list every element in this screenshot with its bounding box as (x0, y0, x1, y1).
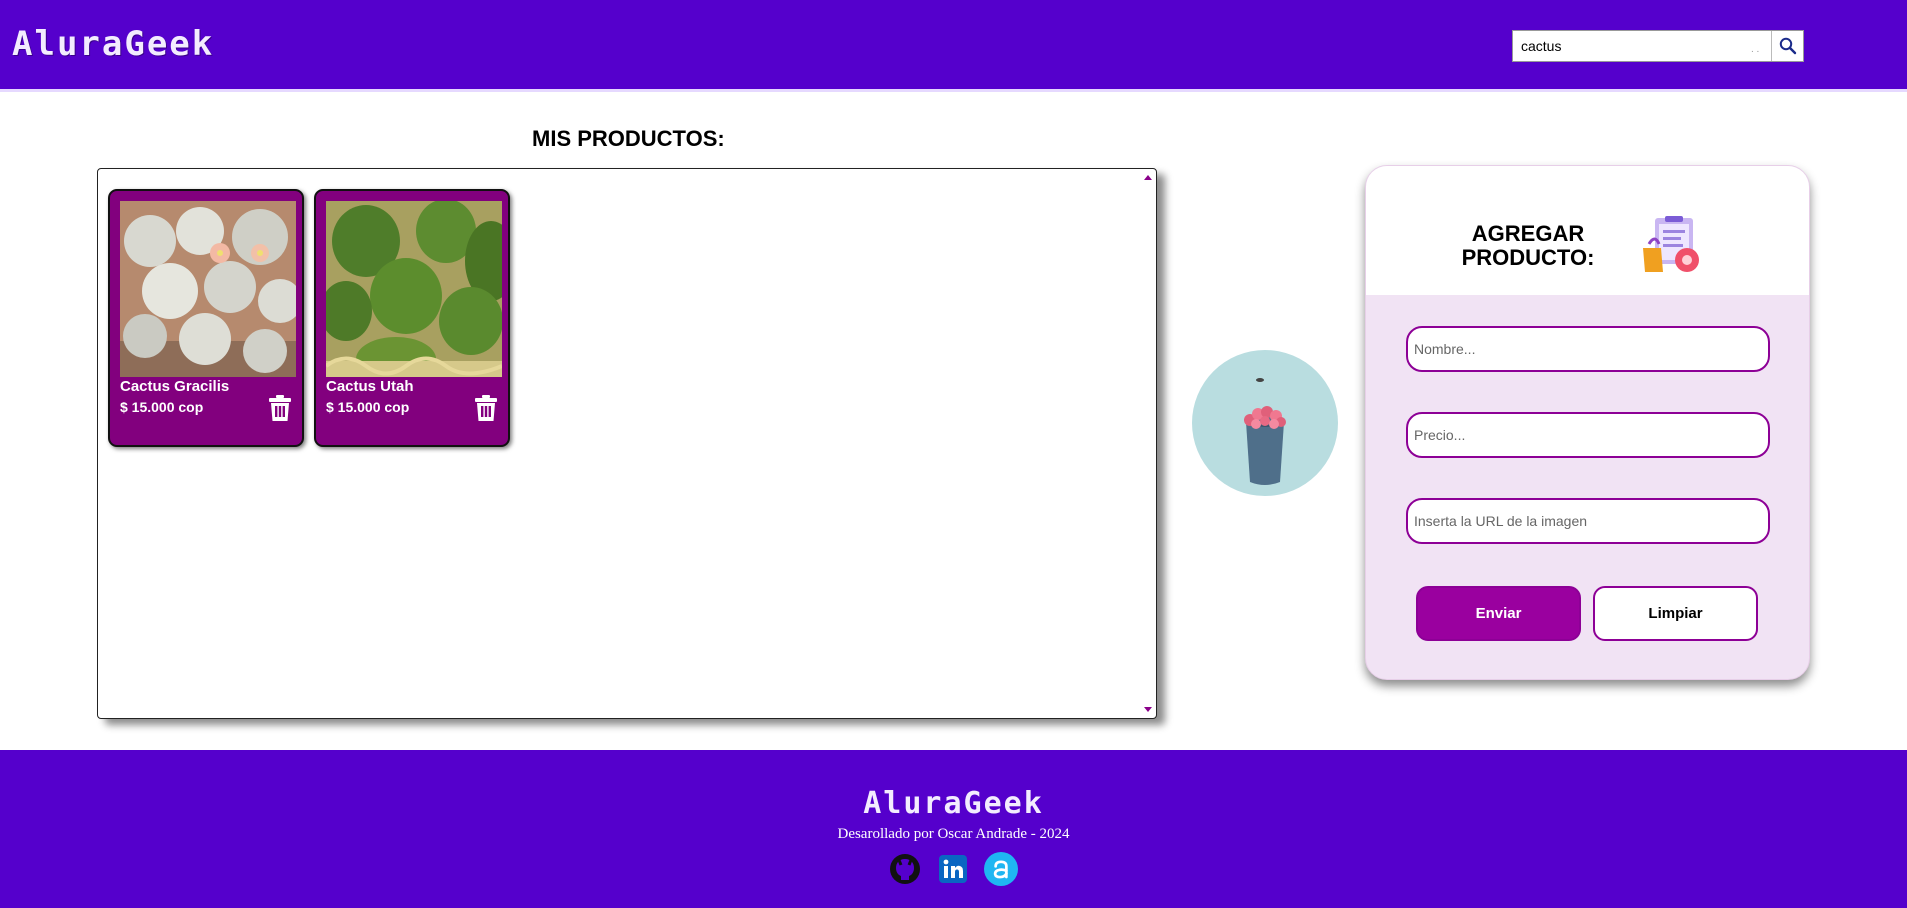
product-name: Cactus Gracilis (120, 378, 230, 395)
scroll-up-arrow[interactable] (1144, 175, 1152, 180)
name-input[interactable] (1414, 341, 1768, 357)
social-links (888, 852, 1018, 886)
name-field (1406, 326, 1770, 372)
search-button[interactable] (1771, 31, 1803, 61)
product-card: Cactus Gracilis $ 15.000 cop (108, 189, 304, 447)
trash-icon[interactable] (474, 395, 498, 421)
add-product-icon (1641, 214, 1703, 276)
send-button[interactable]: Enviar (1416, 586, 1581, 641)
product-image (326, 201, 502, 377)
alura-icon[interactable] (984, 852, 1018, 886)
form-header: AGREGAR PRODUCTO: (1366, 166, 1809, 295)
form-title: AGREGAR PRODUCTO: (1461, 221, 1595, 270)
clear-button[interactable]: Limpiar (1593, 586, 1758, 641)
search-input[interactable] (1513, 31, 1751, 61)
product-price: $ 15.000 cop (120, 399, 204, 415)
footer: AluraGeek Desarollado por Oscar Andrade … (0, 750, 1907, 908)
image-url-input[interactable] (1414, 513, 1768, 529)
scroll-down-arrow[interactable] (1144, 707, 1152, 712)
search-icon (1779, 37, 1796, 55)
add-product-form: AGREGAR PRODUCTO: Enviar Limpiar (1365, 165, 1810, 680)
image-url-field (1406, 498, 1770, 544)
product-card: Cactus Utah $ 15.000 cop (314, 189, 510, 447)
potted-cactus-illustration (1192, 350, 1338, 496)
input-overflow-indicator: . . (1751, 44, 1760, 55)
product-name: Cactus Utah (326, 378, 414, 395)
price-field (1406, 412, 1770, 458)
trash-icon[interactable] (268, 395, 292, 421)
product-price: $ 15.000 cop (326, 399, 410, 415)
products-list[interactable]: Cactus Gracilis $ 15.000 cop Cactus Utah… (97, 168, 1157, 719)
linkedin-icon[interactable] (936, 852, 970, 886)
footer-credit: Desarollado por Oscar Andrade - 2024 (837, 826, 1070, 842)
github-icon[interactable] (888, 852, 922, 886)
products-title: MIS PRODUCTOS: (532, 126, 725, 151)
footer-logo: AluraGeek (863, 786, 1044, 821)
logo[interactable]: AluraGeek (12, 24, 214, 64)
product-image (120, 201, 296, 377)
search-bar: . . (1512, 30, 1804, 62)
price-input[interactable] (1414, 427, 1768, 443)
header: AluraGeek . . (0, 0, 1907, 92)
